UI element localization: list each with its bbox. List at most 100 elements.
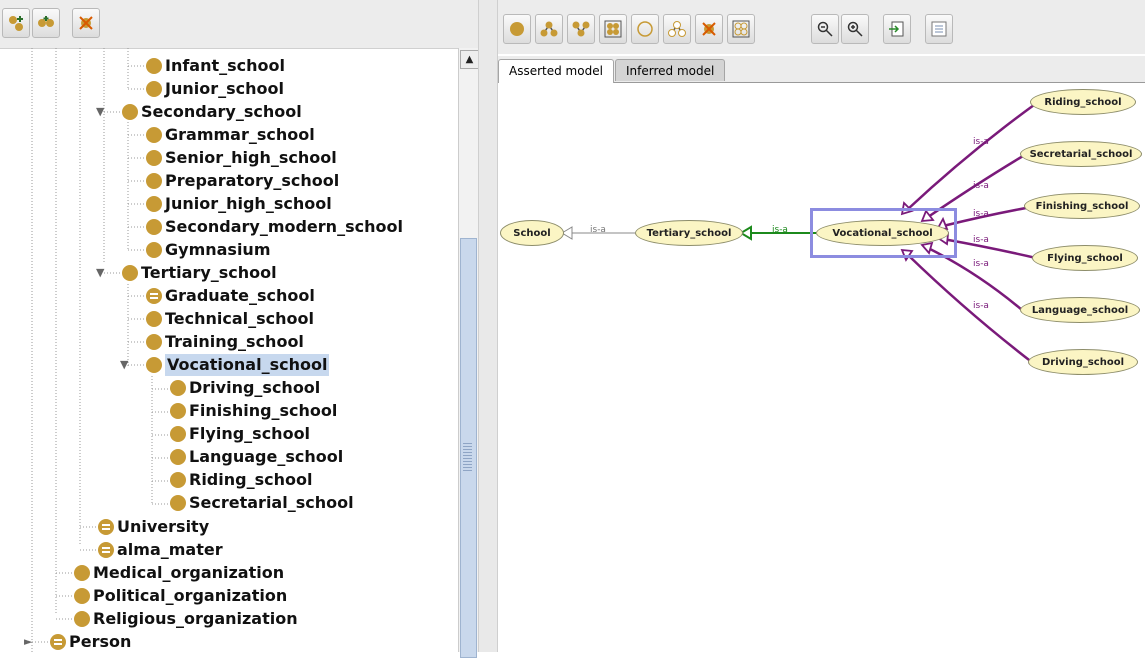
- tab-asserted-model[interactable]: Asserted model: [498, 59, 614, 83]
- add-subclass-button[interactable]: [2, 8, 30, 38]
- class-icon: [74, 588, 90, 604]
- show-class-icon: [510, 22, 524, 36]
- tree-node[interactable]: Person: [50, 631, 131, 652]
- split-pane-divider[interactable]: [478, 0, 498, 652]
- collapse-toggle-icon[interactable]: ▼: [96, 266, 104, 279]
- graph-node-school[interactable]: School: [500, 220, 564, 246]
- hide-class-icon: [637, 21, 653, 37]
- graph-node-tertiary-school[interactable]: Tertiary_school: [635, 220, 743, 246]
- scrollbar-grip-icon: [463, 443, 472, 473]
- class-icon: [74, 611, 90, 627]
- add-sibling-class-button[interactable]: [32, 8, 60, 38]
- tree-node[interactable]: Medical_organization: [74, 562, 284, 584]
- options-icon: [931, 21, 947, 37]
- class-hierarchy-toolbar: [0, 0, 484, 49]
- defined-class-icon: [98, 519, 114, 535]
- edge-label: is-a: [973, 235, 989, 245]
- graph-tab-bar: Asserted model Inferred model: [498, 56, 1145, 83]
- graph-node-language-school[interactable]: Language_school: [1020, 297, 1140, 323]
- show-subclasses-icon: [540, 21, 558, 37]
- defined-class-icon: [50, 634, 66, 650]
- class-icon: [170, 495, 186, 511]
- defined-class-icon: [98, 542, 114, 558]
- tree-node[interactable]: Graduate_school: [146, 285, 315, 307]
- graph-node-secretarial-school[interactable]: Secretarial_school: [1020, 141, 1142, 167]
- class-icon: [146, 334, 162, 350]
- zoom-in-button[interactable]: [841, 14, 869, 44]
- edge-label: is-a: [590, 225, 606, 235]
- tree-node[interactable]: University: [98, 516, 209, 538]
- tree-node[interactable]: Flying_school: [170, 423, 310, 445]
- show-class-button[interactable]: [503, 14, 531, 44]
- export-icon: [889, 21, 904, 37]
- tree-node[interactable]: Gymnasium: [146, 239, 271, 261]
- tree-node[interactable]: Religious_organization: [74, 608, 298, 630]
- show-superclasses-icon: [572, 21, 590, 37]
- edge-label: is-a: [973, 181, 989, 191]
- layout-grid-button[interactable]: [727, 14, 755, 44]
- graph-canvas[interactable]: School Tertiary_school Vocational_school…: [498, 83, 1145, 652]
- tree-node-selected[interactable]: Vocational_school: [146, 354, 330, 376]
- class-icon: [170, 426, 186, 442]
- ontology-graph-panel: Asserted model Inferred model School Ter…: [498, 0, 1145, 652]
- tree-node[interactable]: Technical_school: [146, 308, 314, 330]
- hide-subclasses-button[interactable]: [663, 14, 691, 44]
- class-icon: [146, 173, 162, 189]
- edge-label: is-a: [973, 209, 989, 219]
- delete-class-button[interactable]: [72, 8, 100, 38]
- class-icon: [170, 403, 186, 419]
- tree-node[interactable]: Junior_school: [146, 78, 284, 100]
- collapse-toggle-icon[interactable]: ▼: [120, 358, 128, 371]
- edge-label: is-a: [973, 259, 989, 269]
- export-button[interactable]: [883, 14, 911, 44]
- show-subclasses-button[interactable]: [535, 14, 563, 44]
- scroll-up-icon[interactable]: ▲: [460, 50, 479, 69]
- tree-node[interactable]: Secondary_modern_school: [146, 216, 403, 238]
- expand-toggle-icon[interactable]: ►: [24, 635, 32, 648]
- graph-node-riding-school[interactable]: Riding_school: [1030, 89, 1136, 115]
- hide-class-button[interactable]: [631, 14, 659, 44]
- tree-node[interactable]: Infant_school: [146, 55, 285, 77]
- hide-subclasses-icon: [668, 21, 686, 37]
- class-icon: [146, 219, 162, 235]
- tree-node[interactable]: Finishing_school: [170, 400, 337, 422]
- tree-node[interactable]: Training_school: [146, 331, 304, 353]
- tree-node[interactable]: Tertiary_school: [122, 262, 277, 284]
- options-button[interactable]: [925, 14, 953, 44]
- show-all-classes-icon: [604, 20, 622, 38]
- show-superclasses-button[interactable]: [567, 14, 595, 44]
- isa-edge: [907, 103, 1035, 210]
- zoom-out-icon: [817, 21, 833, 37]
- defined-class-icon: [146, 288, 162, 304]
- class-icon: [146, 127, 162, 143]
- tab-inferred-model[interactable]: Inferred model: [615, 59, 726, 81]
- graph-toolbar: [498, 0, 1145, 54]
- class-icon: [146, 58, 162, 74]
- zoom-in-icon: [847, 21, 863, 37]
- tree-node[interactable]: Riding_school: [170, 469, 312, 491]
- tree-node[interactable]: Senior_high_school: [146, 147, 337, 169]
- graph-node-vocational-school[interactable]: Vocational_school: [816, 220, 949, 246]
- graph-node-driving-school[interactable]: Driving_school: [1028, 349, 1138, 375]
- show-all-classes-button[interactable]: [599, 14, 627, 44]
- class-icon: [170, 449, 186, 465]
- edge-label: is-a: [973, 301, 989, 311]
- tree-node[interactable]: Political_organization: [74, 585, 287, 607]
- tree-node[interactable]: Junior_high_school: [146, 193, 332, 215]
- zoom-out-button[interactable]: [811, 14, 839, 44]
- edge-label: is-a: [772, 225, 788, 235]
- tree-node[interactable]: Preparatory_school: [146, 170, 339, 192]
- tree-node[interactable]: Secondary_school: [122, 101, 302, 123]
- collapse-toggle-icon[interactable]: ▼: [96, 105, 104, 118]
- hide-all-classes-button[interactable]: [695, 14, 723, 44]
- add-subclass-icon: [9, 16, 23, 31]
- tree-node[interactable]: Grammar_school: [146, 124, 315, 146]
- tree-node[interactable]: alma_mater: [98, 539, 223, 561]
- add-sibling-class-icon: [38, 16, 54, 27]
- tree-node[interactable]: Driving_school: [170, 377, 320, 399]
- graph-node-finishing-school[interactable]: Finishing_school: [1024, 193, 1140, 219]
- graph-node-flying-school[interactable]: Flying_school: [1032, 245, 1138, 271]
- tree-scrollbar[interactable]: ▲: [458, 48, 479, 658]
- tree-node[interactable]: Language_school: [170, 446, 343, 468]
- tree-node[interactable]: Secretarial_school: [170, 492, 354, 514]
